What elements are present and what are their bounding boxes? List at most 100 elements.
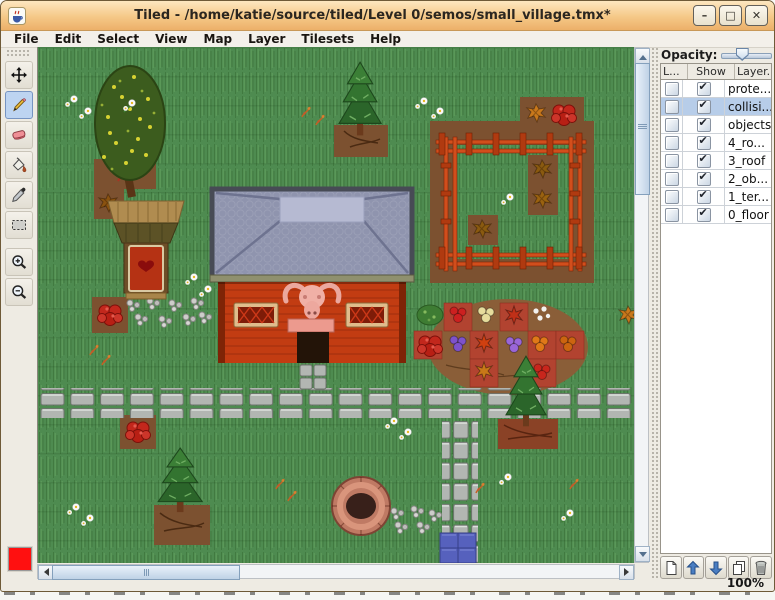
map-flower-tile <box>126 422 151 443</box>
pencil-icon <box>10 96 28 114</box>
layer-name: 1_ter... <box>725 188 771 205</box>
layer-lock-checkbox[interactable] <box>665 82 679 96</box>
menu-item-map[interactable]: Map <box>196 31 241 47</box>
eraser-tool[interactable] <box>5 121 33 149</box>
minimize-button[interactable]: – <box>693 5 716 26</box>
map-house-window <box>234 303 278 327</box>
zoom-in-icon <box>10 253 28 271</box>
layer-row-prote[interactable]: prote... <box>661 80 771 98</box>
column-header-lock[interactable]: L... <box>661 64 688 79</box>
layer-name: 0_floor <box>725 206 771 223</box>
lower-layer-icon <box>708 560 724 576</box>
duplicate-layer-icon <box>731 560 747 576</box>
stamp-brush-tool[interactable] <box>5 91 33 119</box>
layers-table-header: L... Show Layer... <box>661 64 771 80</box>
vertical-scroll-thumb[interactable] <box>635 63 650 195</box>
layer-visible-checkbox[interactable] <box>697 154 711 168</box>
rect-select-tool[interactable] <box>5 211 33 239</box>
layer-row-2_ob[interactable]: 2_ob... <box>661 170 771 188</box>
delete-layer-icon <box>753 560 769 576</box>
raise-layer-icon <box>685 560 701 576</box>
scroll-down-arrow[interactable] <box>635 546 650 562</box>
opacity-slider[interactable] <box>721 48 772 61</box>
menu-item-layer[interactable]: Layer <box>240 31 293 47</box>
toolbar-drag-handle[interactable] <box>6 49 31 57</box>
panel-drag-handle[interactable] <box>651 47 658 578</box>
tool-palette <box>1 47 36 577</box>
layer-rows: prote...collisi...objects4_ro...3_roof2_… <box>661 80 771 224</box>
layer-buttons <box>660 556 772 578</box>
eyedropper-icon <box>10 186 28 204</box>
layer-lock-checkbox[interactable] <box>665 118 679 132</box>
eraser-icon <box>10 126 28 144</box>
map-blue-tiles <box>440 533 476 563</box>
layer-row-0_floor[interactable]: 0_floor <box>661 206 771 224</box>
layer-visible-checkbox[interactable] <box>697 82 711 96</box>
column-header-show[interactable]: Show <box>688 64 735 79</box>
zoom-in-tool[interactable] <box>5 248 33 276</box>
layer-lock-checkbox[interactable] <box>665 190 679 204</box>
move-tool[interactable] <box>5 61 33 89</box>
layer-name: 4_ro... <box>725 134 771 151</box>
move-icon <box>10 66 28 84</box>
maximize-button[interactable]: □ <box>719 5 742 26</box>
zoom-out-icon <box>10 283 28 301</box>
menu-item-view[interactable]: View <box>147 31 195 47</box>
window-title: Tiled - /home/katie/source/tiled/Level 0… <box>61 1 684 30</box>
layer-lock-checkbox[interactable] <box>665 208 679 222</box>
map-scene <box>38 47 634 563</box>
layer-visible-checkbox[interactable] <box>697 172 711 186</box>
map-flower-tile <box>98 305 123 326</box>
layers-panel: Opacity: L... Show Layer... prote...coll… <box>651 47 774 578</box>
brush-color-swatch[interactable] <box>8 547 32 571</box>
java-app-icon <box>8 7 26 25</box>
close-button[interactable]: ✕ <box>745 5 768 26</box>
map-house-window <box>346 303 388 327</box>
zoom-level: 100% <box>727 576 764 590</box>
layer-lock-checkbox[interactable] <box>665 172 679 186</box>
layer-name: collisi... <box>725 98 771 115</box>
column-header-layer[interactable]: Layer... <box>735 64 771 79</box>
bucket-fill-icon <box>10 156 28 174</box>
layer-visible-checkbox[interactable] <box>697 208 711 222</box>
opacity-label: Opacity: <box>661 48 717 62</box>
titlebar[interactable]: Tiled - /home/katie/source/tiled/Level 0… <box>1 1 774 31</box>
layer-visible-checkbox[interactable] <box>697 136 711 150</box>
opacity-slider-thumb[interactable] <box>736 48 749 61</box>
map-well <box>332 477 390 535</box>
layer-lock-checkbox[interactable] <box>665 136 679 150</box>
layer-name: prote... <box>725 80 771 97</box>
layer-name: 3_roof <box>725 152 771 169</box>
layers-table: L... Show Layer... prote...collisi...obj… <box>660 63 772 554</box>
map-ranch-house <box>210 189 414 363</box>
bucket-fill-tool[interactable] <box>5 151 33 179</box>
layer-row-objects[interactable]: objects <box>661 116 771 134</box>
menu-item-edit[interactable]: Edit <box>47 31 90 47</box>
zoom-out-tool[interactable] <box>5 278 33 306</box>
layer-visible-checkbox[interactable] <box>697 100 711 114</box>
eyedropper-tool[interactable] <box>5 181 33 209</box>
map-canvas[interactable] <box>37 47 634 563</box>
layer-row-collisi[interactable]: collisi... <box>661 98 771 116</box>
layer-row-4_ro[interactable]: 4_ro... <box>661 134 771 152</box>
menu-item-file[interactable]: File <box>6 31 47 47</box>
marquee-select-icon <box>10 216 28 234</box>
layer-name: 2_ob... <box>725 170 771 187</box>
layer-row-1_ter[interactable]: 1_ter... <box>661 188 771 206</box>
background-window-sliver <box>0 592 775 600</box>
layer-lock-checkbox[interactable] <box>665 100 679 114</box>
menu-item-help[interactable]: Help <box>362 31 409 47</box>
menu-item-select[interactable]: Select <box>89 31 147 47</box>
new-layer-icon <box>663 560 679 576</box>
menubar: FileEditSelectViewMapLayerTilesetsHelp <box>1 31 774 48</box>
vertical-scrollbar[interactable] <box>634 47 649 563</box>
layer-lock-checkbox[interactable] <box>665 154 679 168</box>
layer-visible-checkbox[interactable] <box>697 118 711 132</box>
tiled-window: Tiled - /home/katie/source/tiled/Level 0… <box>0 0 775 592</box>
layer-visible-checkbox[interactable] <box>697 190 711 204</box>
layer-row-3_roof[interactable]: 3_roof <box>661 152 771 170</box>
statusbar: 100% <box>1 576 774 591</box>
scroll-up-arrow[interactable] <box>635 48 650 64</box>
menu-item-tilesets[interactable]: Tilesets <box>293 31 362 47</box>
layer-name: objects <box>725 116 771 133</box>
